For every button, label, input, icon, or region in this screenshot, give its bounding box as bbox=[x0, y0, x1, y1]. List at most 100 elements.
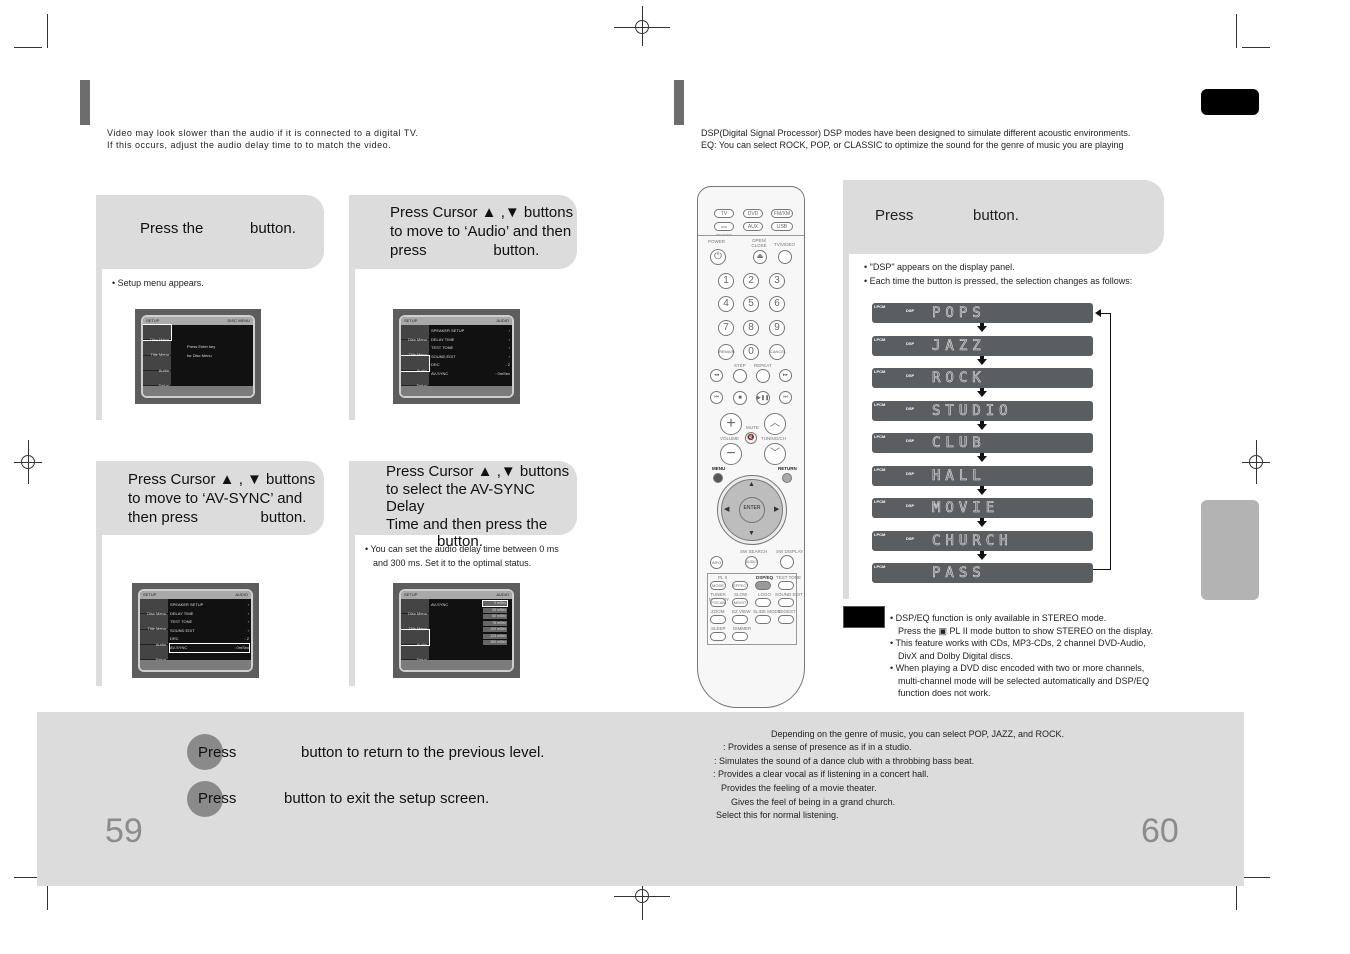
p-scan-button: P.SCAN bbox=[710, 598, 726, 607]
digit-button: 3 bbox=[769, 273, 785, 289]
screen-row: DELAY TIME › bbox=[431, 336, 510, 342]
bullet-text: Each time the button is pressed, the sel… bbox=[869, 276, 1133, 286]
screen-row: SPEAKER SETUP › bbox=[431, 328, 510, 333]
lpcm-indicator: LPCM bbox=[874, 401, 886, 407]
step-line: Press Cursor ▲ , ▼ buttons bbox=[128, 471, 316, 488]
remote-dvd-button: DVD bbox=[743, 209, 763, 218]
remote-label: REPEAT bbox=[754, 363, 772, 368]
screen-row: SOUND EDIT › bbox=[431, 353, 510, 359]
dsp-indicator: DSP bbox=[906, 373, 915, 378]
step-text: Press the bbox=[140, 220, 204, 237]
digit-button: 9 bbox=[769, 320, 785, 336]
mode-name: PASS bbox=[932, 565, 986, 582]
digit-button: 1 bbox=[718, 273, 734, 289]
screen-menu-item: Disc Menu bbox=[140, 599, 168, 616]
lpcm-indicator: LPCM bbox=[874, 304, 886, 309]
remote-label: SW SEARCH bbox=[740, 549, 768, 554]
step-rail bbox=[843, 254, 849, 599]
screen-menu-item: Setup bbox=[140, 645, 168, 662]
lcd-display-rock: LPCM DSP ROCK bbox=[872, 368, 1093, 388]
power-icon: ⏻ bbox=[710, 249, 726, 265]
remote-label: SLEEP bbox=[711, 626, 726, 631]
remote-aux-button: AUX bbox=[743, 222, 763, 231]
section-tab bbox=[1201, 500, 1259, 600]
tv-video-icon bbox=[778, 250, 792, 264]
screen-menu-item: Disc Menu bbox=[401, 599, 429, 616]
footer-text: Press bbox=[198, 790, 237, 807]
dsp-indicator: DSP bbox=[906, 503, 915, 508]
lcd-display-movie: LPCM DSP MOVIE bbox=[872, 498, 1093, 518]
zoom-button bbox=[710, 615, 726, 624]
lpcm-indicator: LPCM bbox=[874, 531, 886, 537]
remote-label: DSP/EQ bbox=[756, 575, 774, 580]
delay-option: 150 mSec bbox=[483, 640, 507, 645]
dsp-description: Select this for normal listening. bbox=[716, 810, 839, 820]
arrow-down-icon bbox=[977, 423, 987, 430]
lpcm-indicator: LPCM bbox=[874, 499, 886, 504]
bullet-text: Setup menu appears. bbox=[117, 278, 204, 288]
footer-text: Press bbox=[198, 744, 237, 761]
remote-label: POWER bbox=[708, 239, 726, 244]
step-line: Press Cursor ▲ ,▼ buttons bbox=[386, 463, 570, 480]
digit-button: 8 bbox=[743, 320, 759, 336]
digit-button: 6 bbox=[769, 296, 785, 312]
remote-label: OPEN/ CLOSE bbox=[751, 238, 767, 248]
step-text: Press Cursor ▲ ,▼ buttons to move to ‘Au… bbox=[390, 203, 573, 260]
remote-fmxm-button: FM/XM bbox=[771, 209, 793, 218]
mode-name: POPS bbox=[932, 305, 986, 322]
crop-mark bbox=[14, 47, 42, 48]
dsp-indicator: DSP bbox=[906, 308, 915, 313]
screen-menu-item: Title Menu bbox=[401, 614, 429, 631]
mode-name: JAZZ bbox=[932, 337, 986, 354]
footer-text: button to return to the previous level. bbox=[301, 744, 545, 761]
remote-label: TEST TONE bbox=[776, 575, 802, 580]
repeat-button bbox=[756, 369, 770, 383]
step-rail bbox=[96, 535, 102, 686]
crop-mark bbox=[47, 14, 48, 48]
remote-label: SLOW bbox=[734, 592, 748, 597]
screen-message: for Disc Menu bbox=[187, 352, 212, 358]
lpcm-indicator: LPCM bbox=[874, 466, 886, 472]
screen-row: TEST TONE › bbox=[431, 345, 510, 350]
remote-receiver-button: DVD RECEIVER bbox=[714, 222, 734, 237]
registration-mark bbox=[642, 6, 643, 46]
mode-name: CHURCH bbox=[932, 532, 1013, 549]
test-tone-button bbox=[778, 581, 794, 590]
screen-row: TEST TONE › bbox=[170, 619, 249, 624]
screen-menu-item: Audio bbox=[401, 628, 430, 647]
screen-header: AUDIO bbox=[235, 592, 248, 597]
remote-label: EZ VIEW bbox=[732, 609, 751, 614]
sound-edit-button bbox=[778, 598, 794, 607]
screen-row: SOUND EDIT › bbox=[170, 627, 249, 633]
loop-line bbox=[1093, 569, 1111, 570]
dsp-indicator: DSP bbox=[906, 470, 915, 476]
crop-mark bbox=[1236, 14, 1237, 48]
remote-tv-button: TV bbox=[714, 209, 734, 218]
remote-label: SW DISPLAY bbox=[776, 549, 804, 554]
tv-screen-audio: SETUPAUDIO Disc Menu Title Menu Audio Se… bbox=[393, 309, 520, 404]
remote-label: TUNING/CH bbox=[761, 436, 786, 441]
bullet-text: "DSP" appears on the display panel. bbox=[869, 262, 1015, 272]
note-text: When playing a DVD disc encoded with two… bbox=[895, 663, 1145, 673]
dsp-step-bubble: Press button. bbox=[843, 180, 1164, 254]
digit-button: 7 bbox=[718, 320, 734, 336]
delay-options-list: 0 mSec 25 mSec 50 mSec 75 mSec 100 mSec … bbox=[482, 600, 508, 647]
screen-menu-item: Disc Menu bbox=[401, 325, 429, 342]
step-2-bubble: Press Cursor ▲ ,▼ buttons to move to ‘Au… bbox=[349, 195, 577, 269]
arrow-down-icon bbox=[977, 456, 987, 462]
arrow-down-icon bbox=[977, 488, 987, 495]
step-line: Time and then press the bbox=[386, 515, 548, 533]
screen-row-selected: AV-SYNC: 0mSec bbox=[169, 642, 250, 653]
registration-mark bbox=[1256, 440, 1257, 484]
dsp-eq-button bbox=[755, 581, 771, 590]
dsp-description: Provides the feeling of a movie theater. bbox=[721, 783, 877, 793]
dimmer-button bbox=[732, 632, 748, 641]
step-line: press button. bbox=[390, 242, 540, 259]
footer-text: button to exit the setup screen. bbox=[284, 790, 490, 807]
logo-button bbox=[755, 598, 771, 607]
skip-forward-icon: ⏭ bbox=[779, 391, 792, 404]
mute-icon: 🔇 bbox=[745, 432, 757, 444]
play-pause-icon: ▶❚❚ bbox=[756, 391, 770, 405]
step-text: button. bbox=[250, 220, 296, 237]
note-text: function does not work. bbox=[898, 688, 991, 698]
